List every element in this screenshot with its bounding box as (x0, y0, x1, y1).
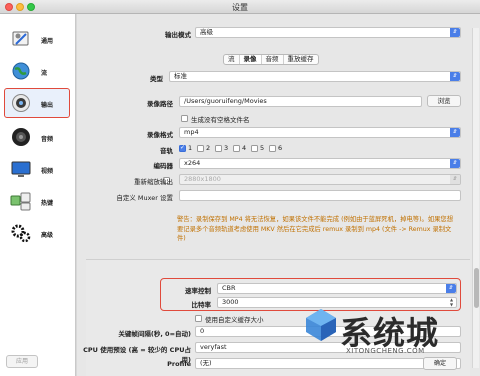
browse-button[interactable]: 浏览 (427, 95, 461, 107)
track-1-checkbox[interactable] (179, 144, 186, 152)
no-space-filename-checkbox[interactable] (181, 115, 188, 122)
recording-format-label: 录像格式 (147, 131, 173, 139)
type-value: 标准 (174, 72, 187, 80)
type-label: 类型 (150, 75, 163, 83)
no-space-filename-label: 生成没有空格文件名 (191, 116, 250, 124)
gears-icon (11, 224, 31, 243)
sidebar-item-hotkeys[interactable]: 热键 (4, 186, 70, 216)
rate-control-select[interactable]: CBR ⇵ (217, 283, 457, 294)
chevron-updown-icon: ⇵ (450, 128, 460, 137)
encoder-select[interactable]: x264 ⇵ (179, 158, 461, 169)
recording-format-value: mp4 (184, 128, 199, 136)
recording-path-input[interactable]: /Users/guoruifeng/Movies (179, 96, 422, 107)
sidebar-item-advanced[interactable]: 高级 (4, 218, 70, 248)
custom-muxer-label: 自定义 Muxer 设置 (116, 194, 173, 202)
track-3-label: 3 (224, 144, 229, 152)
output-icon (12, 94, 30, 112)
output-mode-label: 输出模式 (165, 31, 191, 39)
sidebar-item-general[interactable]: 通用 (4, 24, 70, 54)
tab-stream[interactable]: 流 (224, 55, 240, 64)
track-5-label: 5 (260, 144, 265, 152)
title-bar: 设置 (0, 0, 480, 14)
cpu-preset-value: veryfast (200, 343, 227, 351)
output-mode-value: 高级 (200, 28, 213, 36)
sidebar-item-label: 流 (41, 70, 48, 77)
keyboard-icon (10, 192, 31, 211)
rate-control-value: CBR (222, 284, 236, 292)
sidebar-item-label: 输出 (41, 102, 54, 109)
settings-sidebar: 通用 流 输出 音频 视频 热键 高级 应用 (0, 14, 76, 376)
track-3-checkbox[interactable] (215, 145, 222, 152)
track-1-label: 1 (188, 144, 193, 152)
tab-recording[interactable]: 录像 (239, 55, 262, 64)
chevron-updown-icon: ⇵ (450, 72, 460, 81)
sidebar-item-label: 音频 (41, 136, 54, 143)
chevron-updown-icon: ⇵ (450, 28, 460, 37)
track-2-checkbox[interactable] (197, 145, 204, 152)
rescale-output-value: 2880x1800 (184, 175, 221, 183)
profile-label: Profile (167, 360, 191, 368)
globe-icon (12, 62, 30, 80)
chevron-updown-icon: ⇵ (446, 284, 456, 293)
custom-muxer-input[interactable] (179, 190, 461, 201)
bitrate-label: 比特率 (191, 301, 212, 309)
encoder-value: x264 (184, 159, 201, 167)
profile-value: (无) (200, 359, 212, 367)
chevron-updown-icon: ⇵ (450, 175, 460, 184)
watermark-logo (306, 309, 336, 341)
sidebar-item-stream[interactable]: 流 (4, 56, 70, 86)
sidebar-item-audio[interactable]: 音频 (4, 122, 70, 152)
encoder-label: 编码器 (153, 162, 174, 170)
track-6-label: 6 (278, 144, 283, 152)
track-5-checkbox[interactable] (251, 145, 258, 152)
recording-path-label: 录像路径 (147, 100, 173, 108)
bitrate-value: 3000 (222, 298, 239, 306)
output-tabs: 流 录像 音频 重放缓存 (223, 54, 319, 65)
track-4-label: 4 (242, 144, 247, 152)
window-title: 设置 (232, 3, 248, 12)
apply-button[interactable]: 应用 (6, 355, 38, 368)
gear-general-icon (12, 31, 29, 46)
keyframe-interval-value: 0 (200, 327, 205, 335)
track-2-label: 2 (206, 144, 211, 152)
watermark-url: XITONGCHENG.COM (346, 347, 425, 355)
output-mode-select[interactable]: 高级 ⇵ (195, 27, 461, 38)
sidebar-item-output[interactable]: 输出 (4, 88, 70, 118)
audio-track-label: 音轨 (160, 147, 173, 155)
sidebar-item-label: 通用 (41, 38, 54, 45)
speaker-icon (12, 128, 30, 146)
type-select[interactable]: 标准 ⇵ (169, 71, 461, 82)
rate-control-label: 速率控制 (185, 287, 211, 295)
keyframe-interval-label: 关键帧间隔(秒, 0=自动) (118, 330, 191, 338)
sidebar-item-label: 高级 (41, 232, 54, 239)
sidebar-item-video[interactable]: 视频 (4, 154, 70, 184)
mp4-warning-text: 警告：录制保存到 MP4 将无法恢复，如果该文件不能完成 (例如由于蓝屏死机，掉… (177, 216, 454, 242)
custom-buffer-checkbox[interactable] (195, 315, 202, 322)
sidebar-item-label: 视频 (41, 168, 54, 175)
tab-audio[interactable]: 音频 (262, 55, 284, 64)
track-6-checkbox[interactable] (269, 145, 276, 152)
rescale-output-label: 重新缩放输出 (134, 178, 173, 186)
ok-button[interactable]: 确定 (423, 357, 457, 370)
monitor-icon (11, 161, 31, 177)
rescale-output-select[interactable]: 2880x1800 ⇵ (179, 174, 461, 185)
tab-replay-buffer[interactable]: 重放缓存 (284, 55, 318, 64)
custom-buffer-label: 使用自定义缓存大小 (205, 316, 264, 324)
chevron-updown-icon: ⇵ (450, 159, 460, 168)
track-4-checkbox[interactable] (233, 145, 240, 152)
sidebar-item-label: 热键 (41, 200, 54, 207)
recording-format-select[interactable]: mp4 ⇵ (179, 127, 461, 138)
